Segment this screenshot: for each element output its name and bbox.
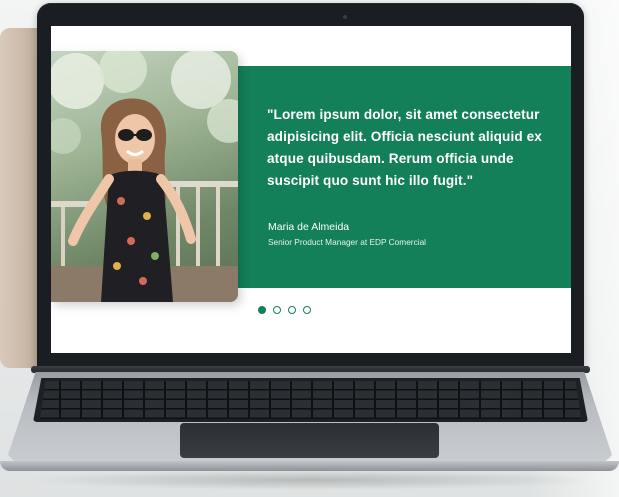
laptop-hinge bbox=[31, 366, 590, 373]
testimonial-photo bbox=[51, 51, 238, 302]
keyboard-icon bbox=[40, 381, 581, 419]
laptop-screen: "Lorem ipsum dolor, sit amet consectetur… bbox=[51, 26, 571, 353]
carousel-dot-3[interactable] bbox=[288, 306, 296, 314]
laptop-shadow bbox=[20, 470, 600, 490]
carousel-dot-4[interactable] bbox=[303, 306, 311, 314]
carousel-pagination bbox=[258, 304, 311, 316]
carousel-dot-1[interactable] bbox=[258, 306, 266, 314]
camera-icon bbox=[343, 15, 347, 19]
laptop-mockup-scene: "Lorem ipsum dolor, sit amet consectetur… bbox=[0, 0, 619, 497]
testimonial-author-name: Maria de Almeida bbox=[268, 221, 350, 233]
trackpad bbox=[180, 423, 439, 458]
testimonial-author-role: Senior Product Manager at EDP Comercial bbox=[268, 237, 427, 247]
background-furniture bbox=[0, 28, 38, 368]
carousel-dot-2[interactable] bbox=[273, 306, 281, 314]
portrait-illustration bbox=[51, 51, 238, 302]
testimonial-quote: "Lorem ipsum dolor, sit amet consectetur… bbox=[267, 107, 542, 188]
screen-top-strip bbox=[51, 26, 571, 36]
